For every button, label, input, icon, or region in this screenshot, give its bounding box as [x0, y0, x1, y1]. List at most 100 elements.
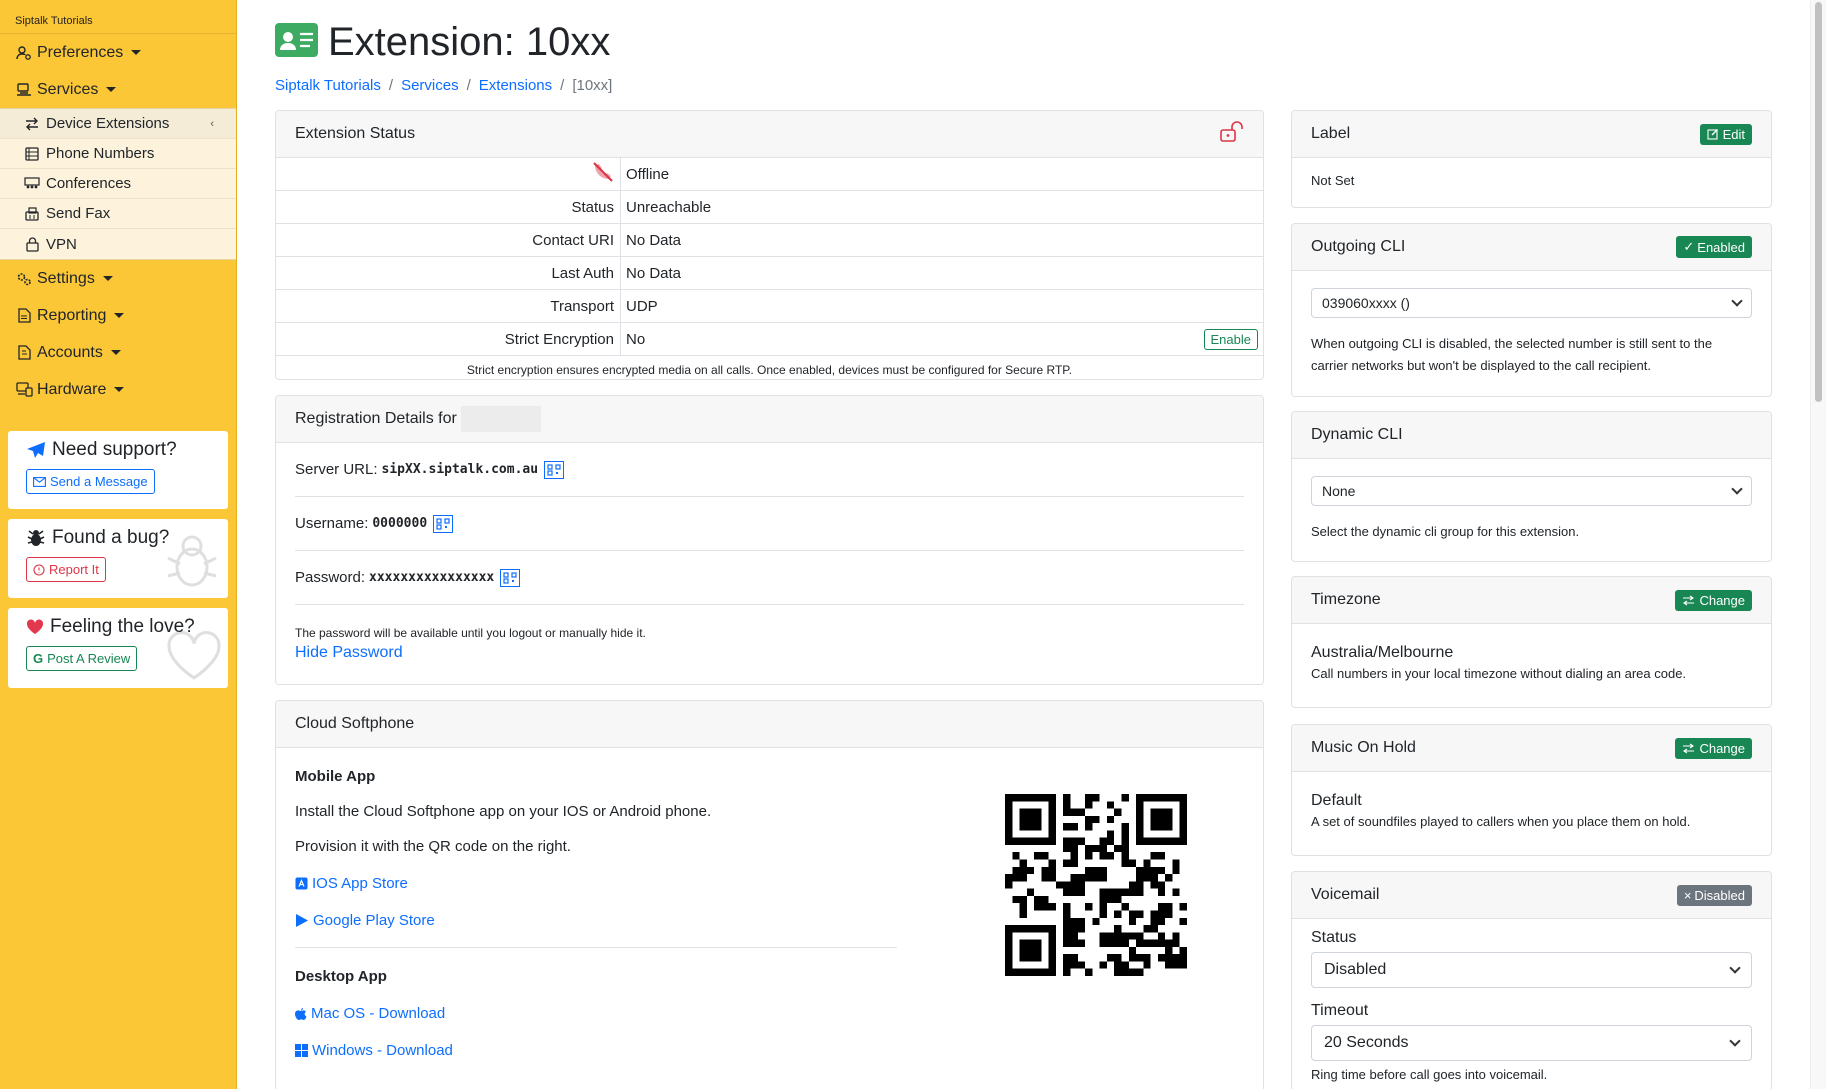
windows-download-link[interactable]: Windows - Download	[295, 1042, 897, 1059]
qr-code-icon[interactable]	[500, 568, 521, 587]
outgoing-cli-enabled-button[interactable]: ✓ Enabled	[1676, 236, 1752, 258]
desktop-app-title: Desktop App	[295, 968, 387, 985]
change-moh-button[interactable]: Change	[1675, 737, 1752, 759]
qr-code-icon[interactable]	[433, 514, 454, 533]
page-header: Extension: 10xx	[275, 20, 610, 65]
nav-hardware-label: Hardware	[37, 380, 107, 398]
paper-plane-icon	[26, 441, 46, 459]
vertical-scrollbar[interactable]	[1810, 0, 1826, 1089]
google-play-link[interactable]: Google Play Store	[295, 912, 897, 929]
swap-icon	[1682, 743, 1695, 754]
post-review-button[interactable]: G Post A Review	[26, 646, 138, 671]
breadcrumb-link-services[interactable]: Services	[401, 77, 459, 94]
arrows-swap-icon	[24, 117, 40, 131]
label-card: Label Edit Not Set	[1291, 110, 1772, 208]
mac-download-link[interactable]: Mac OS - Download	[295, 1005, 897, 1022]
timezone-value: Australia/Melbourne	[1311, 644, 1454, 661]
nav-settings[interactable]: Settings	[0, 260, 236, 297]
caret-down-icon	[114, 387, 125, 392]
sidebar-item-vpn[interactable]: VPN	[0, 229, 236, 259]
people-group-icon	[24, 176, 40, 191]
sidebar-item-phone-numbers[interactable]: Phone Numbers	[0, 139, 236, 169]
enabled-label: Enabled	[1697, 239, 1745, 255]
voicemail-disabled-button[interactable]: × Disabled	[1676, 884, 1752, 906]
password-note: The password will be available until you…	[295, 626, 646, 640]
card-title: Voicemail	[1311, 886, 1380, 903]
chevron-down-icon	[1729, 962, 1741, 974]
voicemail-timeout-select[interactable]: 20 Seconds	[1311, 1025, 1752, 1061]
redacted-field	[460, 406, 541, 432]
card-title: Registration Details for	[295, 410, 457, 427]
nav-reporting[interactable]: Reporting	[0, 297, 236, 334]
dynamic-cli-note: Select the dynamic cli group for this ex…	[1311, 524, 1580, 539]
love-card: Feeling the love? G Post A Review	[8, 608, 228, 688]
chevron-down-icon	[1729, 1035, 1741, 1047]
sidebar-item-device-extensions[interactable]: Device Extensions ‹	[0, 109, 236, 139]
hide-password-link[interactable]: Hide Password	[295, 644, 1244, 662]
softphone-card: Cloud Softphone Mobile App Install the C…	[275, 700, 1264, 1089]
caret-down-icon	[102, 276, 113, 281]
nav-services[interactable]: Services	[0, 71, 236, 108]
edit-label: Edit	[1722, 126, 1745, 142]
chevron-left-icon: ‹	[210, 118, 214, 130]
enable-encryption-button[interactable]: Enable	[1203, 328, 1258, 350]
nav-accounts[interactable]: Accounts	[0, 334, 236, 371]
sidebar-item-conferences[interactable]: Conferences	[0, 169, 236, 199]
change-timezone-button[interactable]: Change	[1675, 589, 1752, 611]
support-card: Need support? Send a Message	[8, 431, 228, 509]
unlock-icon[interactable]	[1220, 120, 1244, 148]
sidebar-item-label: VPN	[46, 235, 77, 253]
app-store-icon	[295, 877, 308, 890]
qr-code-icon[interactable]	[544, 460, 565, 479]
status-key: Strict Encryption	[276, 323, 621, 355]
server-url-row: Server URL: sipXX.siptalk.com.au	[295, 443, 1244, 497]
sidebar-item-label: Conferences	[46, 175, 132, 192]
sidebar: Siptalk Tutorials Preferences Services D…	[0, 0, 237, 1089]
dynamic-cli-selected: None	[1322, 483, 1356, 499]
edit-label-button[interactable]: Edit	[1699, 123, 1752, 145]
breadcrumb-link-extensions[interactable]: Extensions	[479, 77, 552, 94]
status-row-strict-encryption: Strict Encryption No Enable	[276, 323, 1263, 356]
services-subnav: Device Extensions ‹ Phone Numbers Confer…	[0, 108, 236, 260]
devices-icon	[15, 382, 33, 398]
nav-hardware[interactable]: Hardware	[0, 371, 236, 408]
status-row-last-auth: Last Auth No Data	[276, 257, 1263, 290]
ios-app-store-link[interactable]: IOS App Store	[295, 875, 897, 892]
sidebar-item-send-fax[interactable]: Send Fax	[0, 199, 236, 229]
password-row: Password: xxxxxxxxxxxxxxxx	[295, 551, 1244, 605]
caret-down-icon	[110, 350, 121, 355]
sidebar-item-label: Send Fax	[46, 205, 111, 222]
moh-value: Default	[1311, 792, 1362, 809]
scrollbar-thumb[interactable]	[1815, 2, 1822, 402]
gears-icon	[15, 271, 33, 287]
outgoing-cli-card: Outgoing CLI ✓ Enabled 039060xxxx () When…	[1291, 223, 1772, 397]
nav-preferences[interactable]: Preferences	[0, 34, 236, 71]
provisioning-qr-code	[1005, 794, 1187, 976]
voicemail-status-selected: Disabled	[1324, 961, 1387, 978]
status-value: No	[626, 330, 646, 348]
card-title: Music On Hold	[1311, 739, 1416, 756]
breadcrumb-link-home[interactable]: Siptalk Tutorials	[275, 77, 381, 94]
outgoing-cli-selected: 039060xxxx ()	[1322, 295, 1410, 311]
disabled-label: Disabled	[1694, 887, 1745, 903]
lock-icon	[24, 236, 40, 252]
send-message-button[interactable]: Send a Message	[26, 469, 155, 494]
voicemail-status-select[interactable]: Disabled	[1311, 952, 1752, 988]
registration-card: Registration Details for Server URL: sip…	[275, 395, 1264, 685]
report-it-button[interactable]: Report It	[26, 557, 106, 582]
ios-app-store-label: IOS App Store	[312, 875, 408, 892]
outgoing-cli-select[interactable]: 039060xxxx ()	[1311, 288, 1752, 318]
card-title: Extension Status	[295, 125, 416, 142]
breadcrumb-current: [10xx]	[572, 77, 613, 94]
card-title: Cloud Softphone	[295, 715, 415, 732]
change-label: Change	[1699, 592, 1745, 608]
voicemail-card: Voicemail × Disabled Status Disabled Time…	[1291, 871, 1772, 1089]
timezone-note: Call numbers in your local timezone with…	[1311, 666, 1687, 681]
post-review-label: Post A Review	[47, 651, 131, 666]
sidebar-item-label: Device Extensions	[46, 115, 170, 132]
id-card-icon	[275, 23, 318, 62]
dynamic-cli-select[interactable]: None	[1311, 476, 1752, 506]
report-it-label: Report It	[49, 562, 99, 577]
breadcrumb: Siptalk Tutorials / Services / Extensions / [1…	[275, 77, 613, 94]
card-title: Label	[1311, 125, 1351, 142]
